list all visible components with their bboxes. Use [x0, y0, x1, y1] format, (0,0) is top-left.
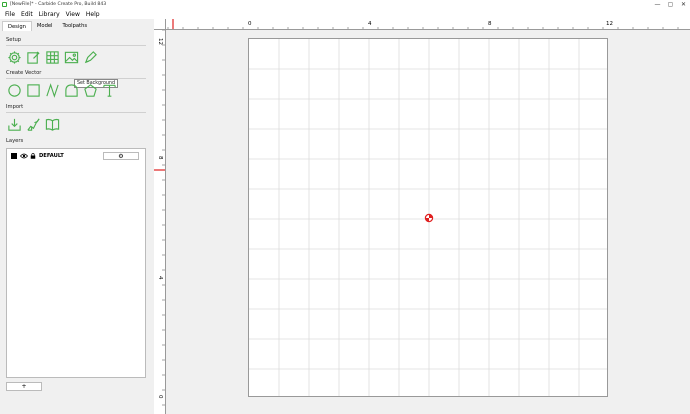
v-ruler-label: 8 [157, 156, 163, 160]
vertical-ruler: 12 8 4 0 [154, 30, 166, 414]
gear-icon: ⚙ [118, 152, 124, 160]
import-model-icon[interactable] [25, 116, 41, 132]
title-bar: [NewFile]* - Carbide Create Pro, Build 8… [0, 0, 690, 9]
menu-bar: File Edit Library View Help [0, 9, 690, 19]
add-layer-button[interactable]: + [6, 382, 42, 391]
h-ruler-label: 12 [606, 21, 613, 27]
layer-row-default[interactable]: DEFAULT ⚙ [7, 151, 145, 161]
horizontal-ruler: 0 4 8 12 [166, 19, 690, 30]
design-panel: Design Model Toolpaths Setup Set Backgro… [0, 19, 154, 414]
minimize-button[interactable]: — [651, 0, 664, 9]
h-ruler-label: 8 [488, 21, 492, 27]
layer-settings-button[interactable]: ⚙ [103, 152, 139, 160]
layer-name: DEFAULT [39, 153, 64, 159]
menu-edit[interactable]: Edit [18, 11, 36, 18]
h-ruler-label: 0 [248, 21, 252, 27]
lock-icon[interactable] [30, 153, 36, 159]
layers-section: Layers [6, 138, 146, 144]
circle-tool-icon[interactable] [6, 82, 22, 98]
create-vector-divider [6, 78, 146, 79]
import-divider [6, 112, 146, 113]
menu-library[interactable]: Library [36, 11, 63, 18]
app-icon [2, 2, 7, 7]
stock-workspace[interactable] [248, 38, 608, 397]
layers-label: Layers [6, 138, 24, 144]
create-vector-label: Create Vector [6, 70, 42, 76]
job-setup-gear-icon[interactable] [6, 49, 22, 65]
v-ruler-label: 0 [157, 395, 163, 399]
pen-icon[interactable] [82, 49, 98, 65]
v-ruler-label: 12 [157, 38, 163, 45]
layer-color-swatch[interactable] [11, 153, 17, 159]
h-ruler-label: 4 [368, 21, 372, 27]
menu-view[interactable]: View [63, 11, 83, 18]
import-label: Import [6, 104, 24, 110]
polyline-tool-icon[interactable] [63, 82, 79, 98]
ruler-corner [154, 19, 166, 30]
curve-tool-icon[interactable] [44, 82, 60, 98]
window-title: [NewFile]* - Carbide Create Pro, Build 8… [10, 2, 107, 7]
maximize-button[interactable]: ▢ [664, 0, 677, 9]
create-vector-section: Create Vector [6, 70, 146, 98]
text-tool-icon[interactable] [101, 82, 117, 98]
setup-divider [6, 45, 146, 46]
layers-list: DEFAULT ⚙ [6, 148, 146, 378]
set-background-image-icon[interactable] [63, 49, 79, 65]
library-book-icon[interactable] [44, 116, 60, 132]
canvas-area[interactable]: 0 4 8 12 12 8 4 0 [154, 19, 690, 414]
origin-marker-icon [424, 213, 434, 223]
menu-help[interactable]: Help [83, 11, 103, 18]
edit-document-icon[interactable] [25, 49, 41, 65]
window-controls: — ▢ ✕ [651, 0, 690, 9]
import-file-icon[interactable] [6, 116, 22, 132]
v-ruler-label: 4 [157, 276, 163, 280]
polygon-tool-icon[interactable] [82, 82, 98, 98]
close-button[interactable]: ✕ [677, 0, 690, 9]
tab-design[interactable]: Design [2, 21, 32, 31]
setup-label: Setup [6, 37, 22, 43]
rectangle-tool-icon[interactable] [25, 82, 41, 98]
eye-icon[interactable] [20, 153, 28, 159]
panel-tabs: Design Model Toolpaths [0, 19, 154, 31]
setup-section: Setup [6, 37, 146, 65]
grid-icon[interactable] [44, 49, 60, 65]
menu-file[interactable]: File [2, 11, 18, 18]
tab-toolpaths[interactable]: Toolpaths [58, 21, 93, 31]
import-section: Import [6, 104, 146, 132]
tab-model[interactable]: Model [32, 21, 58, 31]
